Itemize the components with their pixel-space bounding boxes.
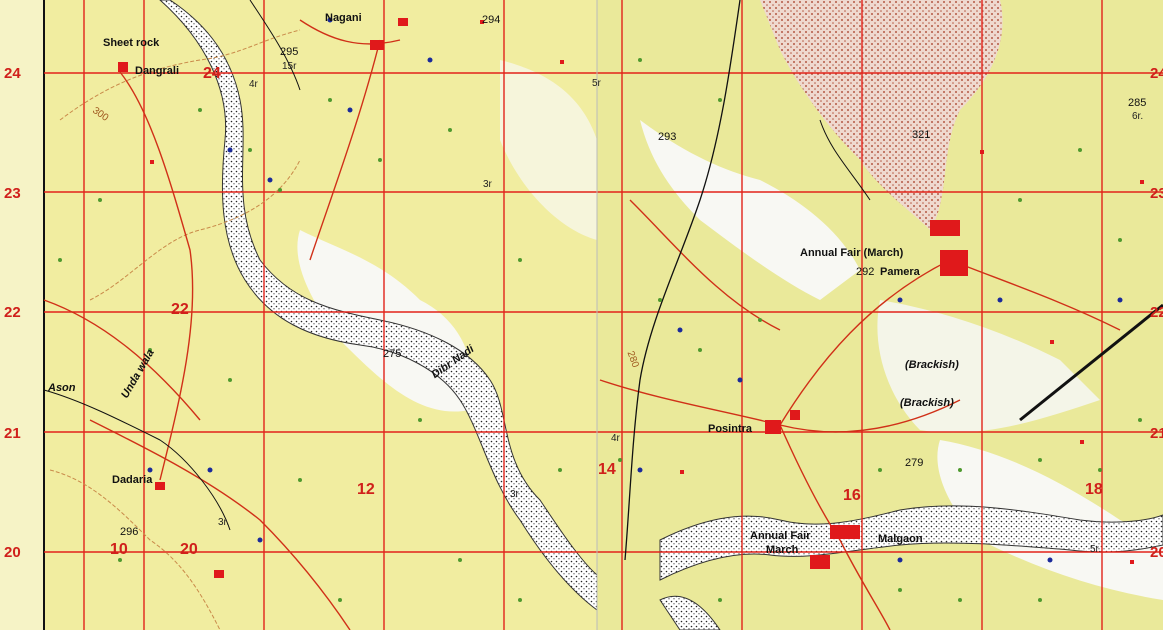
relative-relief: 15r: [282, 61, 297, 72]
grid-cell-label: 22: [171, 301, 189, 318]
relative-relief: 3r: [483, 179, 492, 190]
place-posintra: Posintra: [708, 423, 753, 435]
topographic-map: 24 23 22 21 20 24 22 12 10 20 Sheet rock…: [0, 0, 1163, 630]
place-malgaon: Malgaon: [878, 533, 923, 545]
northing-label: 22: [4, 304, 21, 321]
grid-cell-label: 24: [203, 65, 221, 82]
northing-label: 24: [4, 65, 21, 82]
relative-relief: 3r: [510, 489, 519, 500]
relative-relief: 5r.: [1090, 544, 1102, 555]
northing-label-right: 20: [1150, 544, 1163, 561]
grid-cell-label: 12: [357, 481, 375, 498]
relative-relief: 3r.: [218, 517, 230, 528]
northing-label-right: 23: [1150, 185, 1163, 202]
northing-label: 20: [4, 544, 21, 561]
spot-height: 295: [280, 46, 299, 58]
spot-height: 275: [383, 348, 402, 360]
grid-cell-label: 14: [598, 461, 616, 478]
place-sheet-rock: Sheet rock: [103, 37, 160, 49]
note-brackish: (Brackish): [900, 397, 954, 409]
place-nagani: Nagani: [325, 12, 362, 24]
place-annual-fair-malgaon: Annual Fair: [750, 530, 811, 542]
spot-height: 296: [120, 526, 139, 538]
place-annual-fair-malgaon-month: March: [766, 544, 799, 556]
grid-cell-label: 18: [1085, 481, 1103, 498]
northing-label-right: 22: [1150, 304, 1163, 321]
left-sheet: [0, 0, 598, 630]
place-dadaria: Dadaria: [112, 474, 153, 486]
northing-label: 21: [4, 425, 21, 442]
grid-cell-label: 16: [843, 487, 861, 504]
northing-label-right: 21: [1150, 425, 1163, 442]
place-pamera: Pamera: [880, 266, 920, 278]
place-dangrali: Dangrali: [135, 65, 180, 77]
northing-label: 23: [4, 185, 21, 202]
grid-cell-label: 20: [180, 541, 198, 558]
relative-relief: 4r: [611, 433, 620, 444]
spot-height: 285: [1128, 97, 1147, 109]
relative-relief: 5r: [592, 78, 601, 89]
relative-relief: 6r.: [1132, 111, 1144, 122]
place-ason: Ason: [48, 382, 76, 394]
place-annual-fair-pamera: Annual Fair (March): [800, 247, 904, 259]
relative-relief: 4r: [249, 79, 258, 90]
northing-label-right: 24: [1150, 65, 1163, 82]
spot-height: 321: [912, 129, 931, 141]
spot-height: 279: [905, 457, 924, 469]
note-brackish: (Brackish): [905, 359, 959, 371]
spot-height: 292: [856, 266, 875, 278]
spot-height: 293: [658, 131, 677, 143]
grid-cell-label: 10: [110, 541, 128, 558]
spot-height: 294: [482, 14, 501, 26]
